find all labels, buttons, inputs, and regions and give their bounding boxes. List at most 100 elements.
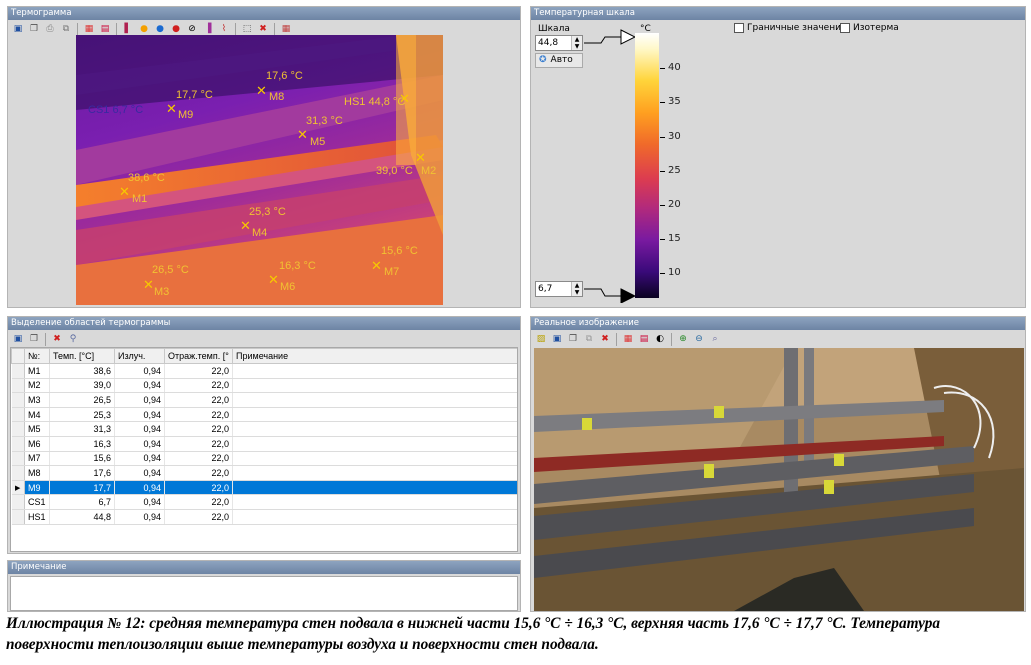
cell-emissivity[interactable]: 0,94 (114, 480, 165, 496)
table-row[interactable]: M5 31,3 0,94 22,0 (11, 421, 517, 437)
save-icon[interactable]: ▣ (11, 22, 25, 36)
print-icon[interactable]: ⎙ (43, 22, 57, 36)
cell-note[interactable] (232, 407, 517, 423)
cell-temperature[interactable]: 39,0 (49, 378, 115, 394)
cell-reflected-temp[interactable]: 22,0 (164, 363, 233, 379)
checkbox-box[interactable] (840, 23, 850, 33)
auto-button[interactable]: ✪ Авто (535, 53, 583, 68)
cell-number[interactable]: M2 (24, 378, 50, 394)
cell-reflected-temp[interactable]: 22,0 (164, 494, 233, 510)
column-header[interactable]: Излуч. (114, 348, 165, 364)
cell-temperature[interactable]: 17,6 (49, 465, 115, 481)
row-indicator[interactable] (11, 436, 25, 452)
paste-icon[interactable]: ⧉ (582, 332, 596, 346)
checkbox-box[interactable] (734, 23, 744, 33)
cell-note[interactable] (232, 421, 517, 437)
copy-icon[interactable]: ❐ (566, 332, 580, 346)
palette-alt-icon[interactable]: ▤ (637, 332, 651, 346)
cell-number[interactable]: M1 (24, 363, 50, 379)
table-row[interactable]: M7 15,6 0,94 22,0 (11, 451, 517, 467)
cell-emissivity[interactable]: 0,94 (114, 392, 165, 408)
cell-number[interactable]: M3 (24, 392, 50, 408)
column-header[interactable]: Отраж.темп. [° (164, 348, 233, 364)
grid-icon[interactable]: ▦ (279, 22, 293, 36)
cell-number[interactable]: M4 (24, 407, 50, 423)
table-row[interactable]: CS1 6,7 0,94 22,0 (11, 494, 517, 510)
hot-spot-icon[interactable]: ● (169, 22, 183, 36)
cell-emissivity[interactable]: 0,94 (114, 494, 165, 510)
row-indicator[interactable] (11, 378, 25, 394)
table-row[interactable]: M1 38,6 0,94 22,0 (11, 363, 517, 379)
column-header[interactable]: Примечание (232, 348, 517, 364)
cell-emissivity[interactable]: 0,94 (114, 421, 165, 437)
table-row[interactable]: M2 39,0 0,94 22,0 (11, 378, 517, 394)
cell-note[interactable] (232, 378, 517, 394)
histogram-icon[interactable]: ⌇ (217, 22, 231, 36)
table-row[interactable]: M6 16,3 0,94 22,0 (11, 436, 517, 452)
cell-temperature[interactable]: 25,3 (49, 407, 115, 423)
column-header[interactable]: №: (24, 348, 50, 364)
row-indicator[interactable] (11, 407, 25, 423)
cell-emissivity[interactable]: 0,94 (114, 378, 165, 394)
palette-alt-icon[interactable]: ▤ (98, 22, 112, 36)
cell-emissivity[interactable]: 0,94 (114, 436, 165, 452)
copy-icon[interactable]: ❐ (27, 22, 41, 36)
row-indicator[interactable] (11, 392, 25, 408)
row-indicator[interactable]: ▶ (11, 480, 25, 496)
cell-reflected-temp[interactable]: 22,0 (164, 392, 233, 408)
cell-reflected-temp[interactable]: 22,0 (164, 509, 233, 525)
zoom-fit-icon[interactable]: ⌕ (708, 332, 722, 346)
cell-number[interactable]: HS1 (24, 509, 50, 525)
wand-icon[interactable]: ⚲ (66, 332, 80, 346)
contrast-icon[interactable]: ◐ (653, 332, 667, 346)
spot-marker-icon[interactable]: ● (137, 22, 151, 36)
max-value-spinner[interactable]: 44,8 ▲ ▼ (535, 35, 583, 51)
cell-note[interactable] (232, 363, 517, 379)
cell-note[interactable] (232, 465, 517, 481)
cell-temperature[interactable]: 31,3 (49, 421, 115, 437)
column-header[interactable]: Темп. [°C] (49, 348, 115, 364)
cell-temperature[interactable]: 38,6 (49, 363, 115, 379)
cell-number[interactable]: M8 (24, 465, 50, 481)
cell-reflected-temp[interactable]: 22,0 (164, 407, 233, 423)
cell-number[interactable]: CS1 (24, 494, 50, 510)
cell-reflected-temp[interactable]: 22,0 (164, 378, 233, 394)
cell-number[interactable]: M9 (24, 480, 50, 496)
zoom-in-icon[interactable]: ⊕ (676, 332, 690, 346)
profile-icon[interactable]: ▐ (201, 22, 215, 36)
cell-temperature[interactable]: 17,7 (49, 480, 115, 496)
row-indicator[interactable] (11, 465, 25, 481)
open-image-icon[interactable]: ▨ (534, 332, 548, 346)
cell-note[interactable] (232, 436, 517, 452)
cell-reflected-temp[interactable]: 22,0 (164, 421, 233, 437)
row-indicator[interactable] (11, 509, 25, 525)
delete-icon[interactable]: ✖ (256, 22, 270, 36)
copy-icon[interactable]: ❐ (27, 332, 41, 346)
cell-temperature[interactable]: 15,6 (49, 451, 115, 467)
cell-number[interactable]: M7 (24, 451, 50, 467)
min-value-spinner[interactable]: 6,7 ▲ ▼ (535, 281, 583, 297)
cell-number[interactable]: M5 (24, 421, 50, 437)
cell-note[interactable] (232, 451, 517, 467)
cell-emissivity[interactable]: 0,94 (114, 363, 165, 379)
cell-reflected-temp[interactable]: 22,0 (164, 451, 233, 467)
save-icon[interactable]: ▣ (550, 332, 564, 346)
row-indicator[interactable] (11, 451, 25, 467)
table-row[interactable]: M4 25,3 0,94 22,0 (11, 407, 517, 423)
table-row[interactable]: HS1 44,8 0,94 22,0 (11, 509, 517, 525)
cell-reflected-temp[interactable]: 22,0 (164, 436, 233, 452)
cell-temperature[interactable]: 6,7 (49, 494, 115, 510)
cell-note[interactable] (232, 509, 517, 525)
cell-emissivity[interactable]: 0,94 (114, 509, 165, 525)
cell-reflected-temp[interactable]: 22,0 (164, 465, 233, 481)
spinner-arrows-icon[interactable]: ▲ ▼ (571, 36, 582, 50)
table-row[interactable]: M8 17,6 0,94 22,0 (11, 465, 517, 481)
cell-number[interactable]: M6 (24, 436, 50, 452)
save-icon[interactable]: ▣ (11, 332, 25, 346)
palette-icon[interactable]: ▦ (621, 332, 635, 346)
table-row[interactable]: M3 26,5 0,94 22,0 (11, 392, 517, 408)
cold-spot-icon[interactable]: ● (153, 22, 167, 36)
cell-emissivity[interactable]: 0,94 (114, 407, 165, 423)
cell-note[interactable] (232, 392, 517, 408)
no-marker-icon[interactable]: ⊘ (185, 22, 199, 36)
